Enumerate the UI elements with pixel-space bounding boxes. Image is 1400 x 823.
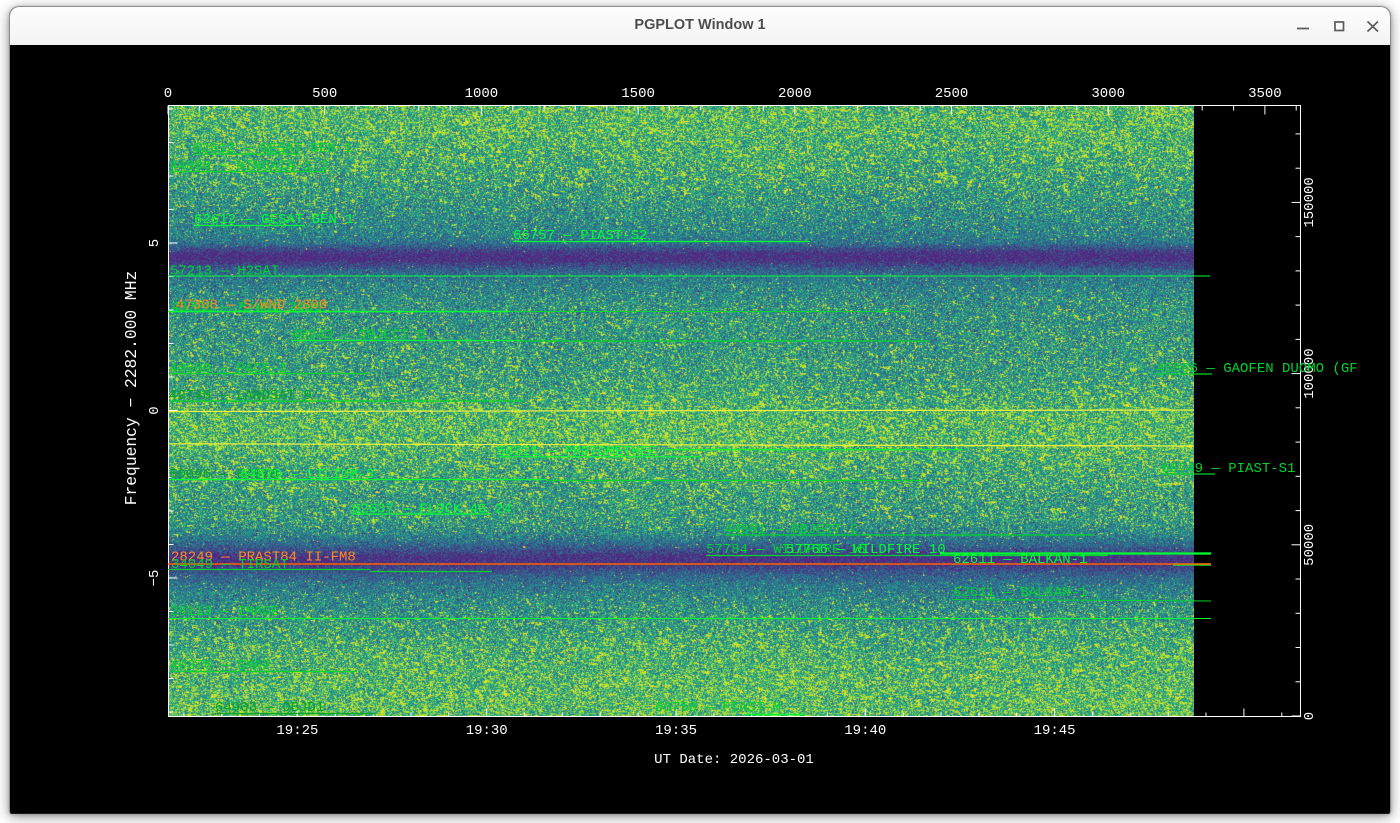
svg-text:0: 0 xyxy=(147,406,163,414)
svg-text:58321 — PROTOMETHEE: 58321 — PROTOMETHEE xyxy=(497,444,657,460)
svg-text:−5: −5 xyxy=(147,570,163,587)
svg-text:62612 — GESAT GEN 1: 62612 — GESAT GEN 1 xyxy=(193,141,353,157)
svg-text:2500: 2500 xyxy=(935,86,969,102)
svg-text:500: 500 xyxy=(312,86,337,102)
svg-text:150000: 150000 xyxy=(1302,177,1318,227)
svg-text:19:35: 19:35 xyxy=(655,723,697,739)
svg-text:19:30: 19:30 xyxy=(466,723,508,739)
svg-text:62611 — BALKAN-1: 62611 — BALKAN-1 xyxy=(953,585,1087,601)
svg-text:19:40: 19:40 xyxy=(844,723,886,739)
svg-text:2000: 2000 xyxy=(778,86,812,102)
svg-text:5: 5 xyxy=(147,239,163,247)
svg-text:1500: 1500 xyxy=(621,86,655,102)
svg-text:64870 — LILIUM-3: 64870 — LILIUM-3 xyxy=(240,467,374,483)
svg-text:40600 — PACE-1: 40600 — PACE-1 xyxy=(169,361,287,377)
svg-text:26113 — IMAGE: 26113 — IMAGE xyxy=(170,604,279,620)
svg-text:19:25: 19:25 xyxy=(276,723,318,739)
svg-text:3000: 3000 xyxy=(1091,86,1125,102)
svg-text:62611 — BALKAN-1: 62611 — BALKAN-1 xyxy=(953,552,1087,568)
svg-text:62637 — FLOCK 4G 24: 62637 — FLOCK 4G 24 xyxy=(352,502,512,518)
svg-text:0: 0 xyxy=(164,86,172,102)
svg-text:UT Date: 2026-03-01: UT Date: 2026-03-01 xyxy=(654,752,814,768)
svg-text:66758 — PIAST-M: 66758 — PIAST-M xyxy=(655,700,781,716)
svg-text:Frequency − 2282.000 MHz: Frequency − 2282.000 MHz xyxy=(122,271,141,506)
svg-text:1000: 1000 xyxy=(465,86,499,102)
svg-text:3500: 3500 xyxy=(1248,86,1282,102)
svg-text:44080 — NINGXIA-1 2: 44080 — NINGXIA-1 2 xyxy=(169,159,329,175)
svg-text:19:45: 19:45 xyxy=(1034,723,1076,739)
svg-text:57213 — H2SAT: 57213 — H2SAT xyxy=(170,264,279,280)
svg-text:0: 0 xyxy=(1302,712,1318,720)
svg-text:34049 — TIRSAT: 34049 — TIRSAT xyxy=(171,557,289,573)
svg-text:50000: 50000 xyxy=(1302,524,1318,566)
